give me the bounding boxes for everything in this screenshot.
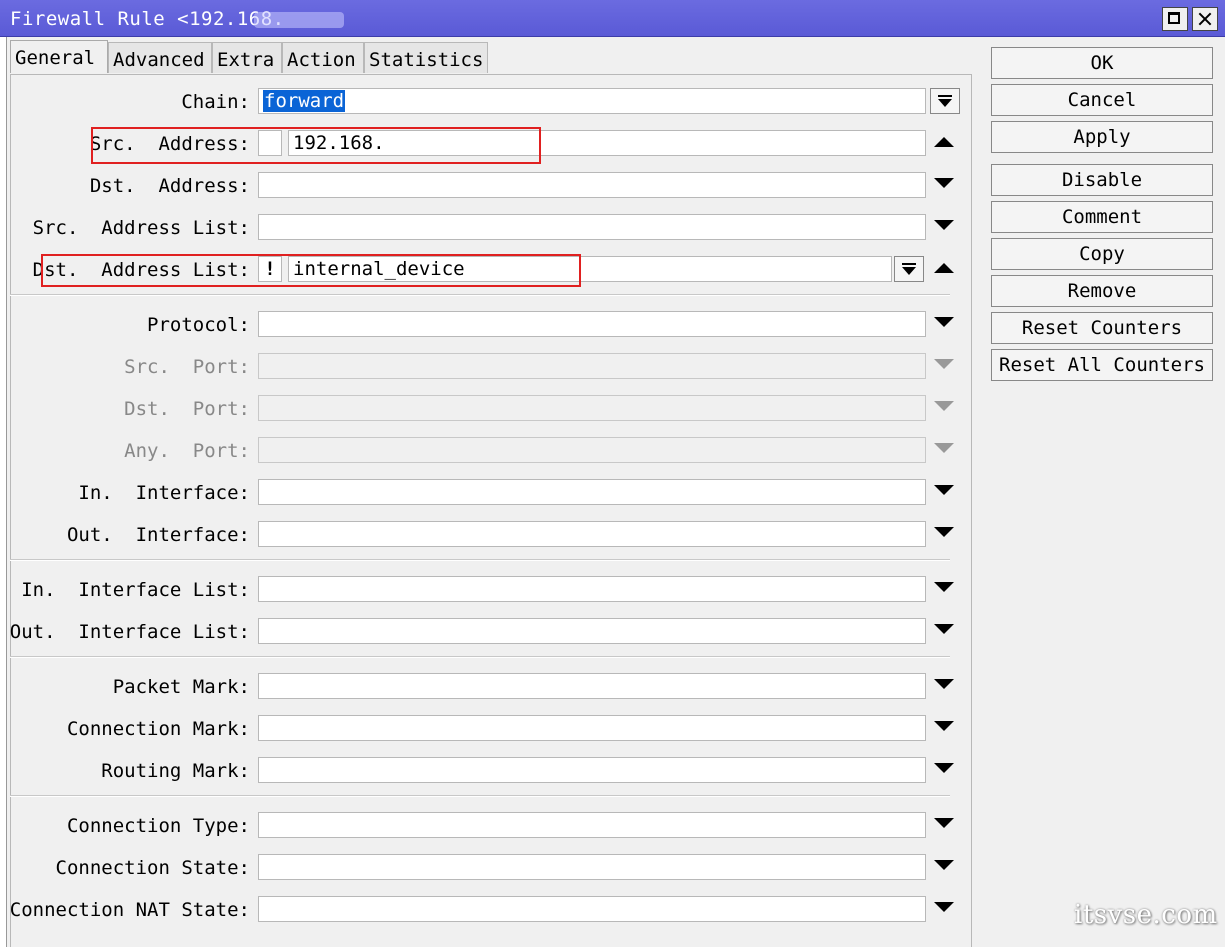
chain-input[interactable]: forward bbox=[258, 88, 926, 114]
in-interface-list-input[interactable] bbox=[258, 576, 926, 602]
protocol-input[interactable] bbox=[258, 311, 926, 337]
disable-button[interactable]: Disable bbox=[991, 164, 1213, 196]
dst-address-label: Dst. Address: bbox=[89, 175, 250, 197]
connection-mark-input[interactable] bbox=[258, 715, 926, 741]
dst-address-row: Dst. Address: bbox=[0, 172, 250, 200]
src-port-label: Src. Port: bbox=[124, 356, 250, 378]
src-address-list-row: Src. Address List: bbox=[0, 214, 250, 242]
connection-nat-state-row: Connection NAT State: bbox=[0, 896, 250, 924]
in-interface-row: In. Interface: bbox=[0, 479, 250, 507]
separator bbox=[10, 656, 950, 658]
in-interface-list-row: In. Interface List: bbox=[0, 576, 250, 604]
chain-row: Chain: bbox=[0, 88, 250, 116]
tab-extra[interactable]: Extra bbox=[212, 42, 282, 73]
chain-dropdown-icon[interactable] bbox=[930, 88, 960, 114]
out-interface-list-row: Out. Interface List: bbox=[0, 618, 250, 646]
out-interface-list-input[interactable] bbox=[258, 618, 926, 644]
separator bbox=[10, 294, 950, 296]
expand-down-icon[interactable] bbox=[934, 485, 954, 495]
connection-nat-state-input[interactable] bbox=[258, 896, 926, 922]
in-interface-list-label: In. Interface List: bbox=[21, 579, 250, 601]
routing-mark-label: Routing Mark: bbox=[101, 760, 250, 782]
remove-button[interactable]: Remove bbox=[991, 275, 1213, 307]
chain-value: forward bbox=[263, 90, 346, 112]
tab-advanced[interactable]: Advanced bbox=[108, 42, 212, 73]
expand-down-icon[interactable] bbox=[934, 582, 954, 592]
expand-down-icon[interactable] bbox=[934, 721, 954, 731]
tab-action[interactable]: Action bbox=[282, 42, 364, 73]
protocol-label: Protocol: bbox=[147, 314, 250, 336]
expand-down-icon[interactable] bbox=[934, 178, 954, 188]
window-title: Firewall Rule <192.168. bbox=[10, 8, 285, 30]
ok-button[interactable]: OK bbox=[991, 47, 1213, 79]
in-interface-label: In. Interface: bbox=[78, 482, 250, 504]
expand-down-icon bbox=[934, 443, 954, 453]
highlight-dst-address-list bbox=[41, 254, 581, 287]
connection-mark-label: Connection Mark: bbox=[66, 718, 250, 740]
any-port-row: Any. Port: bbox=[0, 437, 250, 465]
separator bbox=[10, 795, 950, 797]
comment-button[interactable]: Comment bbox=[991, 201, 1213, 233]
src-address-list-input[interactable] bbox=[258, 214, 926, 240]
src-port-input[interactable] bbox=[258, 353, 926, 379]
connection-nat-state-label: Connection NAT State: bbox=[9, 899, 250, 921]
expand-down-icon[interactable] bbox=[934, 818, 954, 828]
connection-type-input[interactable] bbox=[258, 812, 926, 838]
close-icon[interactable] bbox=[1192, 7, 1218, 31]
collapse-up-icon[interactable] bbox=[934, 137, 954, 147]
packet-mark-input[interactable] bbox=[258, 673, 926, 699]
packet-mark-row: Packet Mark: bbox=[0, 673, 250, 701]
expand-down-icon[interactable] bbox=[934, 902, 954, 912]
in-interface-input[interactable] bbox=[258, 479, 926, 505]
tab-general[interactable]: General bbox=[10, 40, 108, 73]
src-port-row: Src. Port: bbox=[0, 353, 250, 381]
expand-down-icon[interactable] bbox=[934, 527, 954, 537]
dst-port-input[interactable] bbox=[258, 395, 926, 421]
expand-down-icon bbox=[934, 401, 954, 411]
connection-state-label: Connection State: bbox=[55, 857, 250, 879]
copy-button[interactable]: Copy bbox=[991, 238, 1213, 270]
any-port-label: Any. Port: bbox=[124, 440, 250, 462]
routing-mark-row: Routing Mark: bbox=[0, 757, 250, 785]
title-bar: Firewall Rule <192.168. bbox=[0, 0, 1225, 37]
expand-down-icon[interactable] bbox=[934, 763, 954, 773]
expand-down-icon[interactable] bbox=[934, 220, 954, 230]
apply-button[interactable]: Apply bbox=[991, 121, 1213, 153]
collapse-up-icon[interactable] bbox=[934, 263, 954, 273]
expand-down-icon bbox=[934, 359, 954, 369]
dst-port-row: Dst. Port: bbox=[0, 395, 250, 423]
reset-all-counters-button[interactable]: Reset All Counters bbox=[991, 349, 1213, 381]
out-interface-row: Out. Interface: bbox=[0, 521, 250, 549]
expand-down-icon[interactable] bbox=[934, 860, 954, 870]
dst-address-list-dropdown-icon[interactable] bbox=[894, 256, 924, 282]
redacted-title-part bbox=[254, 12, 344, 28]
highlight-src-address bbox=[91, 127, 541, 164]
watermark: itsvse.com bbox=[1074, 900, 1218, 930]
dst-address-input[interactable] bbox=[258, 172, 926, 198]
connection-state-row: Connection State: bbox=[0, 854, 250, 882]
routing-mark-input[interactable] bbox=[258, 757, 926, 783]
chain-label: Chain: bbox=[181, 91, 250, 113]
expand-down-icon[interactable] bbox=[934, 317, 954, 327]
separator bbox=[10, 559, 950, 561]
out-interface-label: Out. Interface: bbox=[66, 524, 250, 546]
expand-down-icon[interactable] bbox=[934, 679, 954, 689]
dst-port-label: Dst. Port: bbox=[124, 398, 250, 420]
connection-state-input[interactable] bbox=[258, 854, 926, 880]
out-interface-list-label: Out. Interface List: bbox=[9, 621, 250, 643]
protocol-row: Protocol: bbox=[0, 311, 250, 339]
maximize-icon[interactable] bbox=[1162, 7, 1188, 31]
connection-type-row: Connection Type: bbox=[0, 812, 250, 840]
reset-counters-button[interactable]: Reset Counters bbox=[991, 312, 1213, 344]
connection-mark-row: Connection Mark: bbox=[0, 715, 250, 743]
connection-type-label: Connection Type: bbox=[66, 815, 250, 837]
out-interface-input[interactable] bbox=[258, 521, 926, 547]
packet-mark-label: Packet Mark: bbox=[112, 676, 250, 698]
any-port-input[interactable] bbox=[258, 437, 926, 463]
tab-statistics[interactable]: Statistics bbox=[364, 42, 488, 73]
expand-down-icon[interactable] bbox=[934, 624, 954, 634]
src-address-list-label: Src. Address List: bbox=[32, 217, 250, 239]
cancel-button[interactable]: Cancel bbox=[991, 84, 1213, 116]
